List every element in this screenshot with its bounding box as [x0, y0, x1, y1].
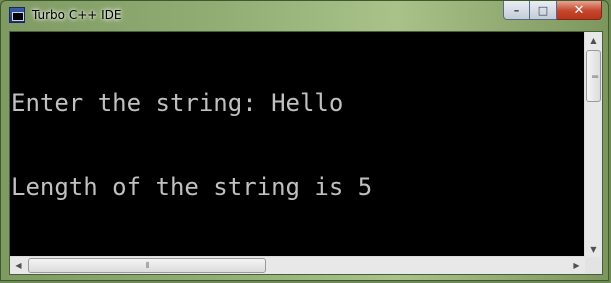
console-line: Length of the string is 5: [11, 173, 373, 201]
minimize-button[interactable]: –: [503, 1, 530, 20]
scroll-right-arrow-icon[interactable]: ▶: [568, 257, 585, 274]
maximize-button[interactable]: □: [530, 1, 557, 20]
window-title: Turbo C++ IDE: [32, 8, 122, 22]
console-line: Enter the string: Hello: [11, 89, 344, 117]
scroll-up-arrow-icon[interactable]: ▲: [585, 32, 602, 49]
console-output: Enter the string: Hello Length of the st…: [11, 33, 585, 257]
horizontal-scrollbar[interactable]: ◀ ⦀ ▶: [10, 256, 585, 274]
close-button[interactable]: ✕: [557, 1, 602, 20]
console-window: Turbo C++ IDE – □ ✕ Enter the string: He…: [0, 0, 609, 281]
grip-icon: ⦀: [145, 260, 149, 270]
vertical-scroll-thumb[interactable]: ⦀: [586, 50, 601, 102]
vertical-scrollbar[interactable]: ▲ ⦀ ▼: [584, 32, 602, 258]
scroll-left-arrow-icon[interactable]: ◀: [10, 257, 27, 274]
horizontal-scroll-thumb[interactable]: ⦀: [28, 258, 266, 273]
window-controls: – □ ✕: [503, 1, 602, 21]
scrollbar-corner: [585, 257, 602, 274]
title-bar[interactable]: Turbo C++ IDE – □ ✕: [1, 1, 608, 31]
grip-icon: ⦀: [589, 74, 599, 78]
console-window-icon[interactable]: [9, 7, 25, 23]
scroll-down-arrow-icon[interactable]: ▼: [585, 241, 602, 258]
console-area[interactable]: Enter the string: Hello Length of the st…: [9, 31, 603, 275]
